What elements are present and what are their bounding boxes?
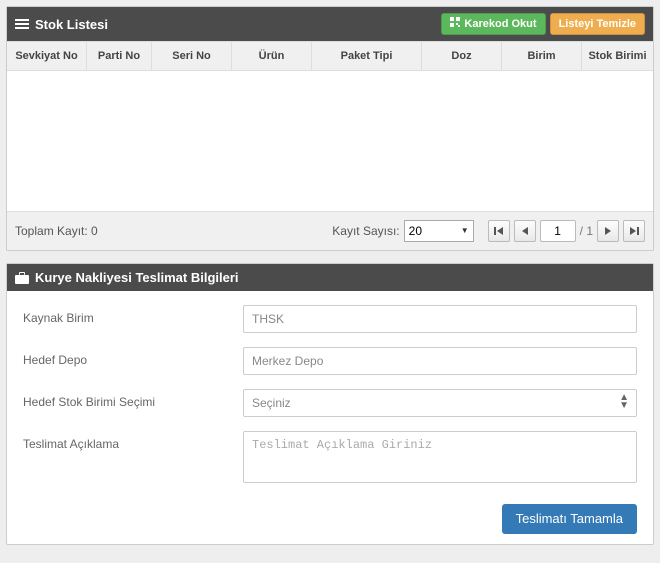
label-teslimat-aciklama: Teslimat Açıklama bbox=[23, 431, 243, 451]
page-number-input[interactable] bbox=[540, 220, 576, 242]
stock-panel-header: Stok Listesi Karekod Okut Listeyi Temizl… bbox=[7, 7, 653, 41]
label-hedef-depo: Hedef Depo bbox=[23, 347, 243, 367]
pager: Kayıt Sayısı: 20 / 1 bbox=[332, 220, 645, 242]
col-paket-tipi[interactable]: Paket Tipi bbox=[312, 42, 422, 70]
stock-panel-footer: Toplam Kayıt: 0 Kayıt Sayısı: 20 / 1 bbox=[7, 211, 653, 250]
pager-next-button[interactable] bbox=[597, 220, 619, 242]
stock-table-body bbox=[7, 71, 653, 211]
total-label-text: Toplam Kayıt: bbox=[15, 224, 88, 238]
total-record-label: Toplam Kayıt: 0 bbox=[15, 224, 98, 238]
clear-list-button[interactable]: Listeyi Temizle bbox=[550, 13, 645, 35]
scan-qr-label: Karekod Okut bbox=[464, 17, 536, 31]
teslimat-aciklama-textarea[interactable] bbox=[243, 431, 637, 483]
label-kaynak-birim: Kaynak Birim bbox=[23, 305, 243, 325]
delivery-panel-header: Kurye Nakliyesi Teslimat Bilgileri bbox=[7, 264, 653, 291]
stock-panel-title: Stok Listesi bbox=[35, 17, 108, 32]
list-icon bbox=[15, 19, 29, 29]
col-seri-no[interactable]: Seri No bbox=[152, 42, 232, 70]
col-parti-no[interactable]: Parti No bbox=[87, 42, 152, 70]
stock-list-panel: Stok Listesi Karekod Okut Listeyi Temizl… bbox=[6, 6, 654, 251]
page-total: / 1 bbox=[580, 224, 593, 238]
briefcase-icon bbox=[15, 272, 29, 284]
clear-list-label: Listeyi Temizle bbox=[559, 17, 636, 31]
total-value: 0 bbox=[91, 224, 98, 238]
pager-first-button[interactable] bbox=[488, 220, 510, 242]
complete-delivery-button[interactable]: Teslimatı Tamamla bbox=[502, 504, 637, 534]
pager-prev-button[interactable] bbox=[514, 220, 536, 242]
col-doz[interactable]: Doz bbox=[422, 42, 502, 70]
hedef-depo-input[interactable] bbox=[243, 347, 637, 375]
scan-qr-button[interactable]: Karekod Okut bbox=[441, 13, 545, 35]
stock-table-header: Sevkiyat No Parti No Seri No Ürün Paket … bbox=[7, 41, 653, 71]
page-size-select[interactable]: 20 bbox=[404, 220, 474, 242]
col-stok-birimi[interactable]: Stok Birimi bbox=[582, 42, 653, 70]
col-sevkiyat-no[interactable]: Sevkiyat No bbox=[7, 42, 87, 70]
delivery-form: Kaynak Birim Hedef Depo Hedef Stok Birim… bbox=[7, 291, 653, 544]
page-total-value: 1 bbox=[586, 224, 593, 238]
col-birim[interactable]: Birim bbox=[502, 42, 582, 70]
complete-delivery-label: Teslimatı Tamamla bbox=[516, 512, 623, 526]
qr-icon bbox=[450, 17, 460, 31]
label-hedef-stok: Hedef Stok Birimi Seçimi bbox=[23, 389, 243, 409]
kaynak-birim-input[interactable] bbox=[243, 305, 637, 333]
hedef-stok-select[interactable]: Seçiniz bbox=[243, 389, 637, 417]
page-size-label: Kayıt Sayısı: bbox=[332, 224, 399, 238]
delivery-panel-title: Kurye Nakliyesi Teslimat Bilgileri bbox=[35, 270, 239, 285]
col-urun[interactable]: Ürün bbox=[232, 42, 312, 70]
pager-last-button[interactable] bbox=[623, 220, 645, 242]
delivery-panel: Kurye Nakliyesi Teslimat Bilgileri Kayna… bbox=[6, 263, 654, 545]
